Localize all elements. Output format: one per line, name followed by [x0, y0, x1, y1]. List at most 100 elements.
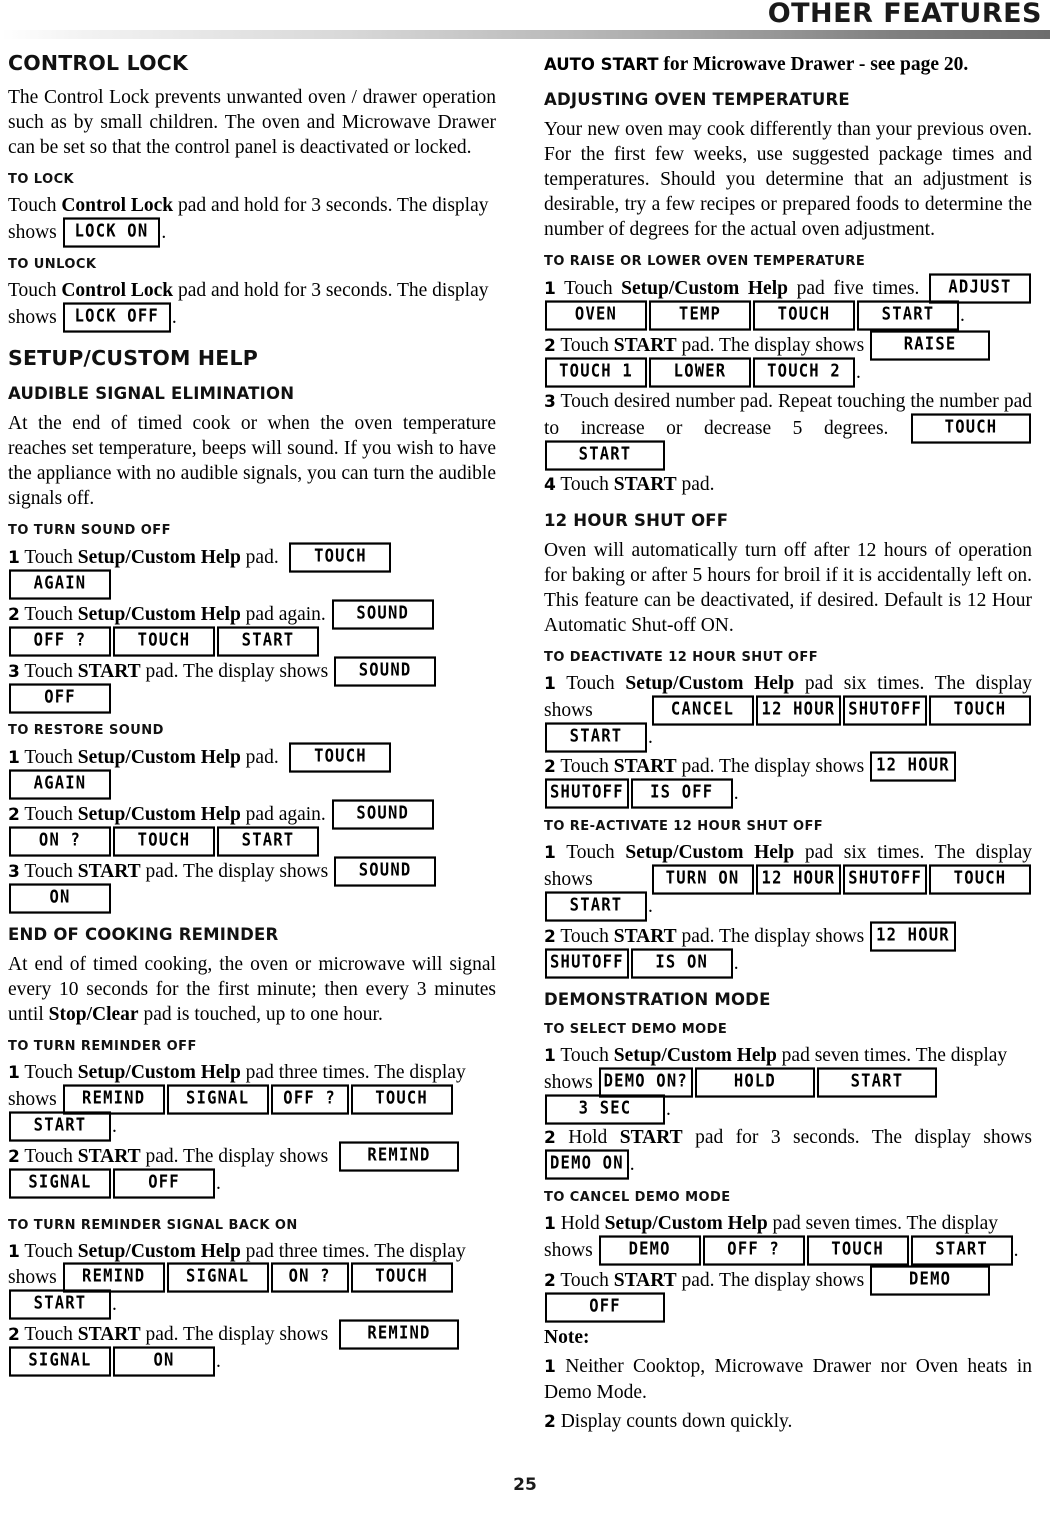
control-lock-intro: The Control Lock prevents unwanted oven … [8, 86, 496, 158]
step-restore-sound-3: 3 Touch START pad. The display shows SOU… [8, 856, 496, 914]
step-period: . [216, 1351, 221, 1373]
lcd-display-touch: TOUCH [929, 694, 1031, 725]
left-column: CONTROL LOCK The Control Lock prevents u… [8, 51, 496, 1438]
heading-to-raise-or-lower-temp: TO RAISE OR LOWER OVEN TEMPERATURE [544, 254, 866, 270]
lcd-display-signal: SIGNAL [166, 1262, 269, 1293]
heading-control-lock: CONTROL LOCK [8, 51, 189, 75]
lcd-display-demo-on: DEMO ON [545, 1149, 629, 1180]
pad-start: START [613, 925, 677, 947]
lcd-display-on-q: ON ? [270, 1262, 349, 1293]
lcd-display-remind: REMIND [62, 1084, 165, 1114]
step-number: 2 [544, 757, 556, 778]
step-sound-off-1: 1 Touch Setup/Custom Help pad. TOUCH AGAI… [8, 542, 496, 599]
lcd-display-sound: SOUND [331, 599, 434, 629]
step-number: 2 [8, 604, 20, 625]
lcd-display-start: START [545, 721, 647, 752]
lcd-display-start: START [217, 826, 319, 857]
lcd-display-sound: SOUND [334, 656, 437, 686]
lcd-display-remind: REMIND [62, 1262, 165, 1293]
page-header: OTHER FEATURES [0, 0, 1050, 46]
lcd-display-off-q: OFF ? [9, 626, 111, 656]
pad-setup-custom-help: Setup/Custom Help [621, 278, 788, 300]
lcd-display-signal: SIGNAL [9, 1168, 111, 1198]
step-text-before: Touch [24, 1145, 78, 1167]
step-text-before: Touch [560, 473, 614, 495]
heading-to-turn-reminder-off: TO TURN REMINDER OFF [8, 1039, 197, 1055]
step-number: 2 [544, 926, 556, 947]
step-period: . [733, 952, 739, 974]
lcd-display-sound: SOUND [334, 856, 437, 887]
lcd-display-temp: TEMP [649, 300, 751, 331]
step-text-before: Touch [24, 1061, 78, 1083]
pad-start: START [77, 1324, 141, 1346]
pad-start: START [613, 335, 677, 357]
step-text-after: pad again. [240, 804, 326, 826]
step-text-after: pad. The display shows [676, 756, 870, 778]
note-number: 1 [544, 1356, 556, 1377]
step-raise-lower-2: 2 Touch START pad. The display shows RAI… [544, 330, 1032, 388]
step-period: . [648, 726, 653, 748]
lcd-display-raise: RAISE [870, 330, 991, 361]
lcd-display-12-hour: 12 HOUR [755, 694, 842, 725]
lcd-display-adjust: ADJUST [928, 273, 1031, 304]
note-item-2: 2 Display counts down quickly. [544, 1409, 1032, 1435]
pad-start: START [613, 756, 677, 778]
page-title: OTHER FEATURES [767, 0, 1042, 29]
pad-setup-custom-help: Setup/Custom Help [613, 1044, 777, 1066]
step-text-after: pad for 3 seconds. The display shows [682, 1127, 1033, 1149]
heading-to-turn-reminder-back-on: TO TURN REMINDER SIGNAL BACK ON [8, 1217, 298, 1233]
step-text-before: Touch [560, 1044, 614, 1066]
step-text-after: pad. [676, 473, 715, 495]
step-sound-off-2: 2 Touch Setup/Custom Help pad again. SOU… [8, 599, 496, 656]
header-gradient-rule [2, 30, 1050, 39]
lcd-display-lock-off: LOCK OFF [62, 302, 171, 333]
auto-start-label: AUTO START [544, 55, 659, 74]
lcd-display-on: ON [113, 1346, 215, 1377]
step-number: 3 [8, 862, 20, 883]
page-number: 25 [513, 1475, 537, 1495]
lcd-display-signal: SIGNAL [9, 1346, 111, 1377]
lcd-display-3-sec: 3 SEC [545, 1093, 665, 1124]
lcd-display-again: AGAIN [9, 769, 111, 800]
step-period: . [733, 783, 739, 805]
step-text-before: Touch [24, 1240, 78, 1262]
lcd-display-remind: REMIND [338, 1141, 459, 1171]
lcd-display-shutoff: SHUTOFF [545, 778, 629, 809]
step-number: 2 [8, 805, 20, 826]
step-number: 1 [544, 673, 556, 694]
to-lock-period: . [161, 221, 167, 243]
lcd-display-off: OFF [113, 1168, 215, 1198]
step-text-before: Touch [24, 660, 78, 682]
lcd-display-demo: DEMO [598, 1235, 701, 1266]
pad-start: START [77, 1145, 141, 1167]
step-number: 1 [8, 1062, 20, 1083]
twelve-hour-intro: Oven will automatically turn off after 1… [544, 539, 1032, 636]
right-column: AUTO START for Microwave Drawer - see pa… [544, 52, 1032, 1438]
step-text-after: pad. The display shows [676, 1270, 870, 1292]
lcd-display-touch: TOUCH [113, 826, 215, 857]
step-number: 2 [8, 1146, 20, 1167]
to-lock-instruction: Touch Control Lock pad and hold for 3 se… [8, 193, 496, 247]
lcd-display-off-q: OFF ? [270, 1084, 349, 1114]
to-unlock-period: . [171, 307, 177, 329]
lcd-display-start: START [857, 300, 959, 331]
note-label: Note: [544, 1326, 590, 1348]
step-restore-sound-2: 2 Touch Setup/Custom Help pad again. SOU… [8, 799, 496, 857]
lcd-display-demo: DEMO [870, 1265, 991, 1296]
lcd-display-touch: TOUCH [350, 1084, 453, 1114]
pad-setup-custom-help: Setup/Custom Help [77, 1061, 241, 1083]
pad-control-lock: Control Lock [61, 280, 174, 302]
step-number: 2 [544, 336, 556, 357]
step-cancel-demo-1: 1 Hold Setup/Custom Help pad seven times… [544, 1211, 1032, 1266]
step-number: 1 [544, 843, 556, 864]
note-number: 2 [544, 1411, 556, 1432]
step-text-before: Touch [24, 861, 78, 883]
step-text-after: pad. The display shows [140, 1145, 334, 1167]
step-reactivate-1: 1 Touch Setup/Custom Help pad six times.… [544, 840, 1032, 922]
step-text-after: pad. The display shows [140, 861, 334, 883]
step-text-before: Touch [24, 603, 78, 625]
lcd-display-start: START [217, 626, 319, 656]
step-number: 2 [8, 1325, 20, 1346]
heading-to-reactivate-12-hour: TO RE-ACTIVATE 12 HOUR SHUT OFF [544, 819, 824, 835]
lcd-display-is-off: IS OFF [630, 778, 733, 809]
